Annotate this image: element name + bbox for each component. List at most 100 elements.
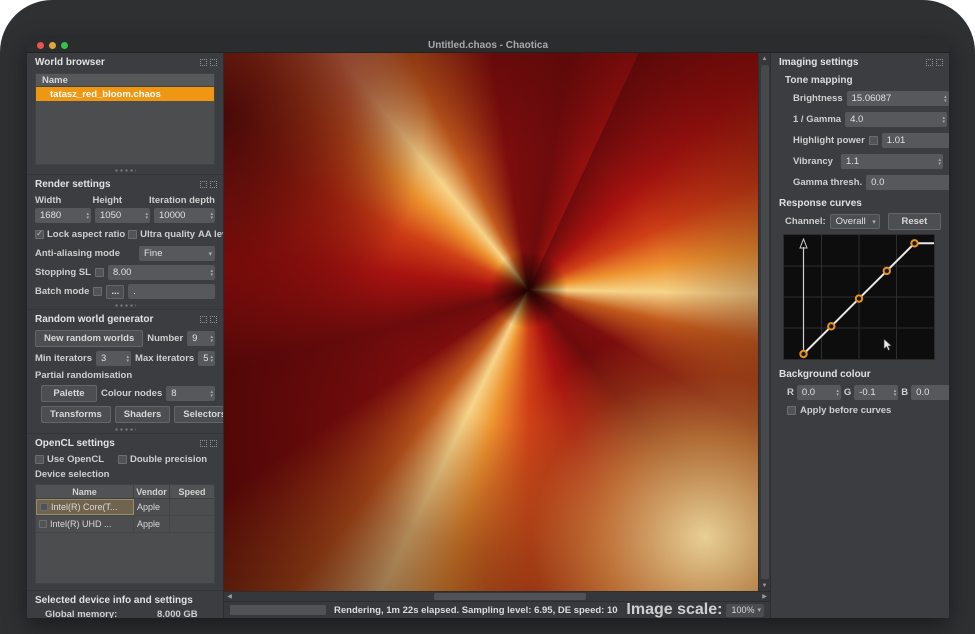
iteration-depth-field[interactable]: 10000 (154, 208, 215, 223)
spinner-arrows-icon[interactable] (208, 390, 215, 398)
use-opencl-checkbox[interactable] (35, 455, 44, 464)
ultra-quality-checkbox[interactable] (128, 230, 137, 239)
world-list[interactable]: Name tatasz_red_bloom.chaos (35, 73, 215, 165)
table-row[interactable]: Intel(R) UHD ... Apple (36, 516, 214, 533)
response-curve-graph[interactable] (784, 235, 934, 359)
scroll-down-icon[interactable]: ▼ (759, 580, 770, 591)
float-panel-icon[interactable] (200, 316, 207, 323)
stopping-sl-checkbox[interactable] (95, 268, 104, 277)
g-field[interactable]: -0.1 (854, 385, 898, 400)
splitter-handle[interactable] (114, 304, 136, 307)
splitter-handle[interactable] (114, 169, 136, 172)
spinner-arrows-icon[interactable] (941, 116, 948, 124)
brightness-field[interactable]: 15.06087 (847, 91, 949, 106)
browse-button[interactable]: ... (106, 285, 124, 299)
batch-mode-checkbox[interactable] (93, 287, 102, 296)
spinner-arrows-icon[interactable] (208, 212, 215, 220)
apply-before-curves-label: Apply before curves (800, 405, 891, 416)
table-row[interactable]: Intel(R) Core(T... Apple (36, 499, 214, 516)
aa-mode-dropdown[interactable]: Fine (139, 246, 215, 261)
scroll-left-icon[interactable]: ◀ (224, 592, 235, 601)
height-field[interactable]: 1050 (95, 208, 150, 223)
r-field[interactable]: 0.0 (797, 385, 841, 400)
render-status-text: Rendering, 1m 22s elapsed. Sampling leve… (334, 605, 618, 616)
aa-mode-label: Anti-aliasing mode (35, 248, 135, 259)
batch-path-field[interactable]: . (128, 284, 215, 299)
spinner-arrows-icon[interactable] (208, 335, 215, 343)
vibrancy-field[interactable]: 1.1 (841, 154, 943, 169)
stopping-sl-field[interactable]: 8.00 (108, 265, 215, 280)
batch-mode-label: Batch mode (35, 286, 89, 297)
col-vendor[interactable]: Vendor (134, 485, 170, 498)
width-field[interactable]: 1680 (35, 208, 91, 223)
device-table[interactable]: Name Vendor Speed Intel(R) Core(T... App… (35, 484, 215, 584)
close-panel-icon[interactable] (210, 59, 217, 66)
world-browser-title: World browser (35, 57, 105, 68)
transforms-button[interactable]: Transforms (41, 406, 111, 423)
horizontal-scroll-thumb[interactable] (434, 593, 586, 600)
device-checkbox[interactable] (39, 520, 47, 528)
world-list-selected-row[interactable]: tatasz_red_bloom.chaos (36, 87, 214, 101)
float-panel-icon[interactable] (926, 59, 933, 66)
global-memory-label: Global memory: (45, 609, 153, 618)
float-panel-icon[interactable] (200, 440, 207, 447)
spinner-arrows-icon[interactable] (84, 212, 91, 220)
device-checkbox[interactable] (40, 503, 48, 511)
gamma-thresh-label: Gamma thresh. (793, 177, 862, 188)
spinner-arrows-icon[interactable] (208, 269, 215, 277)
chevron-down-icon (754, 606, 764, 614)
scroll-right-icon[interactable]: ▶ (759, 592, 770, 601)
device-info-panel: Selected device info and settings Global… (27, 590, 223, 618)
left-dock: World browser Name tatasz_red_bloom.chao… (27, 53, 224, 618)
col-name[interactable]: Name (36, 485, 134, 498)
scroll-up-icon[interactable]: ▲ (759, 53, 770, 64)
spinner-arrows-icon[interactable] (892, 389, 899, 397)
lock-aspect-checkbox[interactable] (35, 230, 44, 239)
gamma-field[interactable]: 4.0 (845, 112, 947, 127)
max-iterators-field[interactable]: 5 (198, 351, 215, 366)
chevron-down-icon (869, 218, 879, 226)
display-frame: Untitled.chaos - Chaotica World browser … (0, 0, 975, 634)
float-panel-icon[interactable] (200, 59, 207, 66)
horizontal-scrollbar[interactable]: ◀ ▶ (224, 591, 770, 601)
spinner-arrows-icon[interactable] (936, 158, 943, 166)
close-panel-icon[interactable] (210, 440, 217, 447)
colour-nodes-field[interactable]: 8 (166, 386, 215, 401)
palette-button[interactable]: Palette (41, 385, 97, 402)
spinner-arrows-icon[interactable] (942, 95, 949, 103)
number-field[interactable]: 9 (187, 331, 215, 346)
highlight-power-label: Highlight power (793, 135, 865, 146)
chevron-down-icon (205, 250, 215, 258)
spinner-arrows-icon[interactable] (125, 355, 132, 363)
device-selection-label: Device selection (35, 469, 109, 480)
spinner-arrows-icon[interactable] (208, 355, 215, 363)
vertical-scroll-thumb[interactable] (761, 65, 769, 579)
opencl-title: OpenCL settings (35, 438, 115, 449)
apply-before-curves-checkbox[interactable] (787, 406, 796, 415)
spinner-arrows-icon[interactable] (834, 389, 841, 397)
image-scale-dropdown[interactable]: 100% (726, 604, 764, 617)
right-dock: Imaging settings Tone mapping Brightness… (770, 53, 949, 618)
min-iterators-field[interactable]: 3 (96, 351, 131, 366)
spinner-arrows-icon[interactable] (143, 212, 150, 220)
double-precision-checkbox[interactable] (118, 455, 127, 464)
channel-dropdown[interactable]: Overall (830, 214, 880, 229)
shaders-button[interactable]: Shaders (115, 406, 171, 423)
fractal-render-view[interactable] (224, 53, 758, 591)
gamma-thresh-field[interactable]: 0.0 (866, 175, 949, 190)
close-panel-icon[interactable] (210, 181, 217, 188)
highlight-power-field[interactable]: 1.01 (882, 133, 949, 148)
highlight-power-checkbox[interactable] (869, 136, 878, 145)
reset-curves-button[interactable]: Reset (888, 213, 941, 230)
app-window: Untitled.chaos - Chaotica World browser … (27, 38, 949, 618)
b-field[interactable]: 0.0 (911, 385, 949, 400)
col-speed[interactable]: Speed (170, 485, 214, 498)
selectors-button[interactable]: Selectors (174, 406, 224, 423)
close-panel-icon[interactable] (936, 59, 943, 66)
splitter-handle[interactable] (114, 428, 136, 431)
new-random-worlds-button[interactable]: New random worlds (35, 330, 143, 347)
float-panel-icon[interactable] (200, 181, 207, 188)
vertical-scrollbar[interactable]: ▲ ▼ (758, 53, 770, 591)
curve-editor[interactable] (783, 234, 935, 360)
close-panel-icon[interactable] (210, 316, 217, 323)
